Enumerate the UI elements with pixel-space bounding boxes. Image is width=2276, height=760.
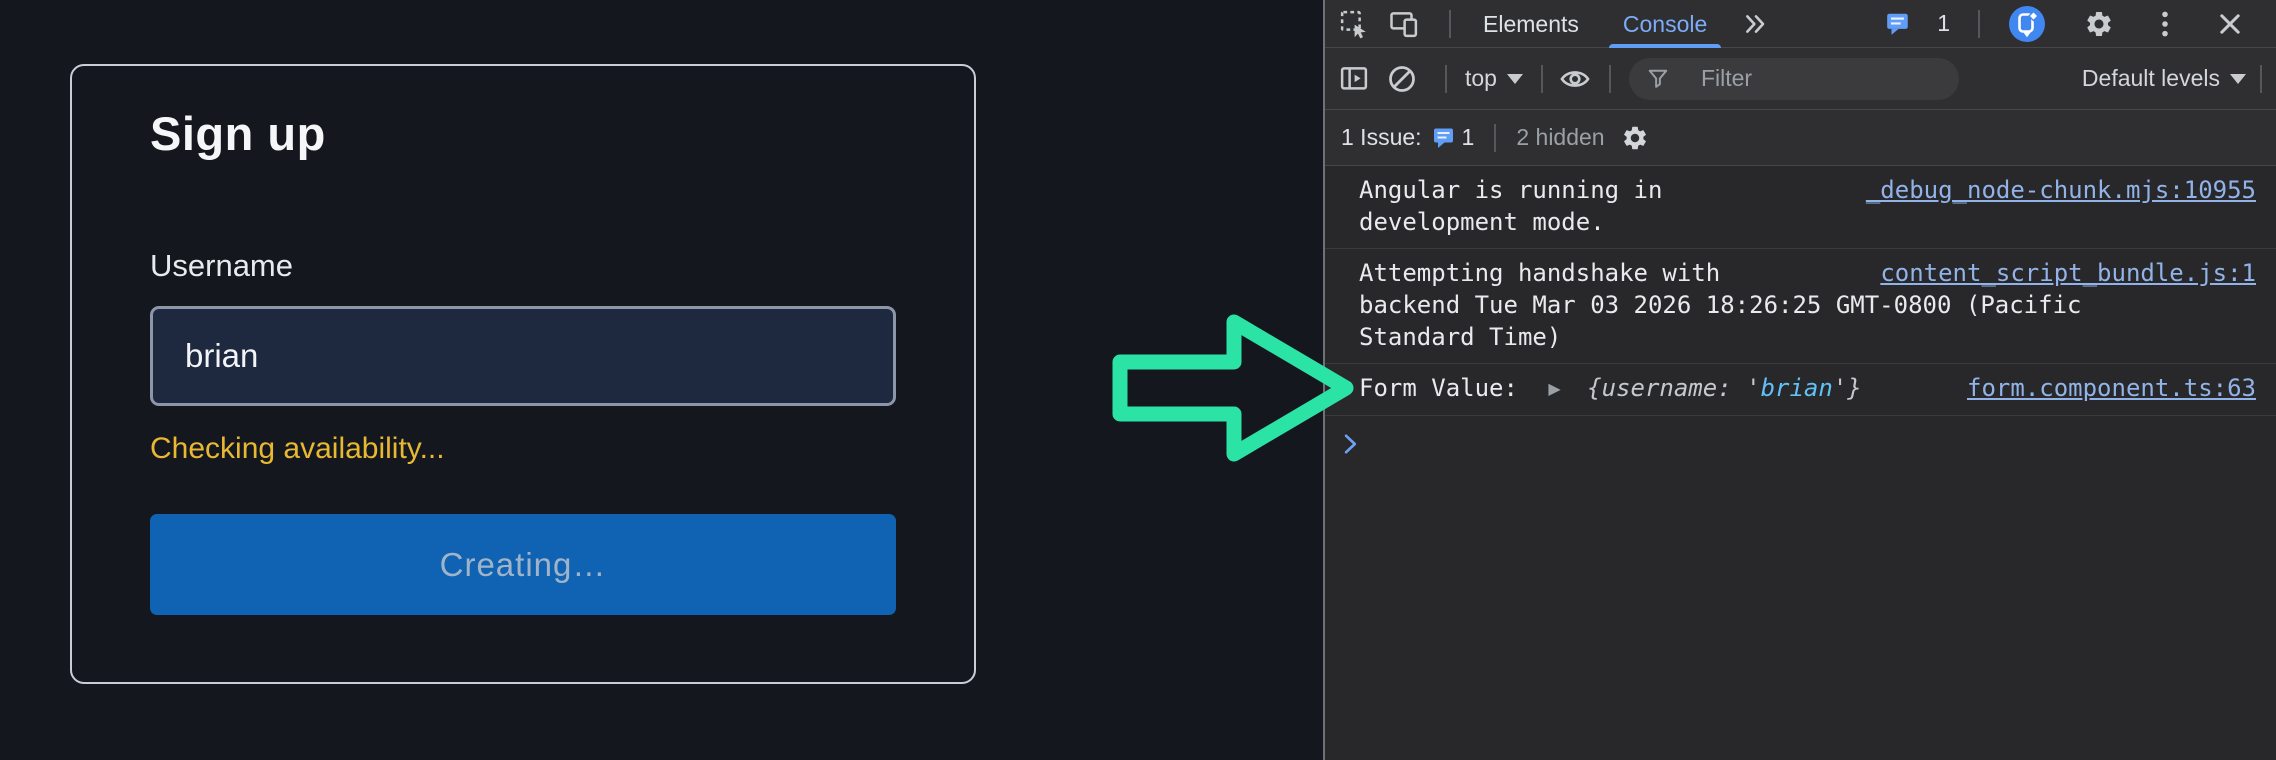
filter-input[interactable] — [1698, 64, 1941, 93]
issue-bar-label: 1 Issue: — [1341, 124, 1422, 150]
settings-gear-icon[interactable] — [2084, 9, 2114, 39]
issues-bubble-icon — [1432, 126, 1456, 150]
issue-bar-badge[interactable]: 1 — [1432, 124, 1475, 151]
object-brace-close: } — [1847, 374, 1862, 402]
divider — [1445, 64, 1447, 93]
clear-console-icon[interactable] — [1387, 64, 1417, 94]
live-expression-eye-icon[interactable] — [1559, 64, 1591, 94]
console-sidebar-icon[interactable] — [1339, 64, 1369, 94]
arrow-annotation — [1112, 314, 1354, 462]
devtools-panel: Elements Console 1 top Filter Default le… — [1323, 0, 2276, 760]
page-title: Sign up — [150, 107, 326, 160]
issues-count: 1 — [1937, 10, 1950, 36]
extension-icon[interactable] — [2008, 5, 2046, 43]
kebab-menu-icon[interactable] — [2152, 9, 2178, 39]
issue-bar-count: 1 — [1461, 124, 1475, 150]
source-link[interactable]: _debug_node-chunk.mjs:10955 — [1866, 174, 2256, 206]
log-levels-selector[interactable]: Default levels — [2082, 65, 2246, 92]
divider — [1449, 9, 1451, 38]
screenshot-root: Sign up Username Checking availability..… — [0, 0, 2276, 760]
object-quote: ' — [1832, 374, 1848, 402]
object-quote: ' — [1746, 374, 1761, 402]
hidden-settings-gear-icon[interactable] — [1621, 124, 1649, 152]
submit-button[interactable]: Creating… — [150, 514, 896, 615]
inspect-element-icon[interactable] — [1339, 9, 1369, 39]
divider — [1608, 64, 1611, 93]
issues-bar: 1 Issue: 1 2 hidden — [1325, 110, 2276, 166]
issues-badge[interactable]: 1 — [1885, 10, 1950, 37]
tab-bar-right-cluster: 1 — [1885, 5, 2264, 43]
console-message: content_script_bundle.js:1 Attempting ha… — [1325, 249, 2276, 364]
log-levels-label: Default levels — [2081, 65, 2220, 91]
chevron-down-icon — [1506, 73, 1523, 84]
chevron-down-icon — [2230, 73, 2246, 84]
divider — [1978, 9, 1980, 38]
signup-card: Sign up Username Checking availability..… — [70, 64, 976, 684]
issues-bubble-icon — [1885, 11, 1911, 37]
object-colon: : — [1717, 374, 1747, 402]
context-selector-label: top — [1465, 65, 1497, 91]
console-prompt[interactable] — [1325, 416, 2276, 461]
console-message-text: Angular is running in development mode. — [1359, 176, 1663, 236]
availability-status: Checking availability... — [150, 432, 445, 465]
hidden-messages-label: 2 hidden — [1516, 124, 1605, 150]
source-link[interactable]: content_script_bundle.js:1 — [1880, 257, 2256, 289]
device-toolbar-icon[interactable] — [1389, 9, 1419, 39]
divider — [2260, 64, 2262, 93]
divider — [1540, 64, 1543, 93]
object-key: username — [1601, 374, 1718, 402]
filter-box[interactable] — [1628, 57, 1959, 100]
expand-triangle-icon[interactable]: ▶ — [1548, 379, 1560, 398]
source-link[interactable]: form.component.ts:63 — [1967, 372, 2256, 404]
more-tabs-icon[interactable] — [1743, 11, 1769, 37]
object-value: brian — [1760, 374, 1833, 402]
tab-console[interactable]: Console — [1601, 0, 1729, 48]
username-input[interactable] — [150, 306, 896, 406]
filter-funnel-icon — [1647, 68, 1669, 90]
console-log-area: _debug_node-chunk.mjs:10955 Angular is r… — [1325, 166, 2276, 760]
submit-button-label: Creating… — [439, 545, 607, 583]
console-message: form.component.ts:63 Form Value: ▶ {user… — [1325, 364, 2276, 416]
username-label: Username — [150, 248, 293, 283]
console-message-label: Form Value: — [1359, 374, 1533, 402]
devtools-tab-bar: Elements Console 1 — [1325, 0, 2276, 48]
tab-elements[interactable]: Elements — [1461, 0, 1601, 48]
object-brace-open: { — [1587, 374, 1602, 402]
divider — [1494, 123, 1497, 152]
console-toolbar: top Default levels — [1325, 48, 2276, 110]
context-selector[interactable]: top — [1465, 65, 1523, 92]
console-message: _debug_node-chunk.mjs:10955 Angular is r… — [1325, 166, 2276, 249]
object-preview[interactable]: {username: 'brian'} — [1587, 374, 1862, 402]
close-icon[interactable] — [2216, 10, 2244, 38]
